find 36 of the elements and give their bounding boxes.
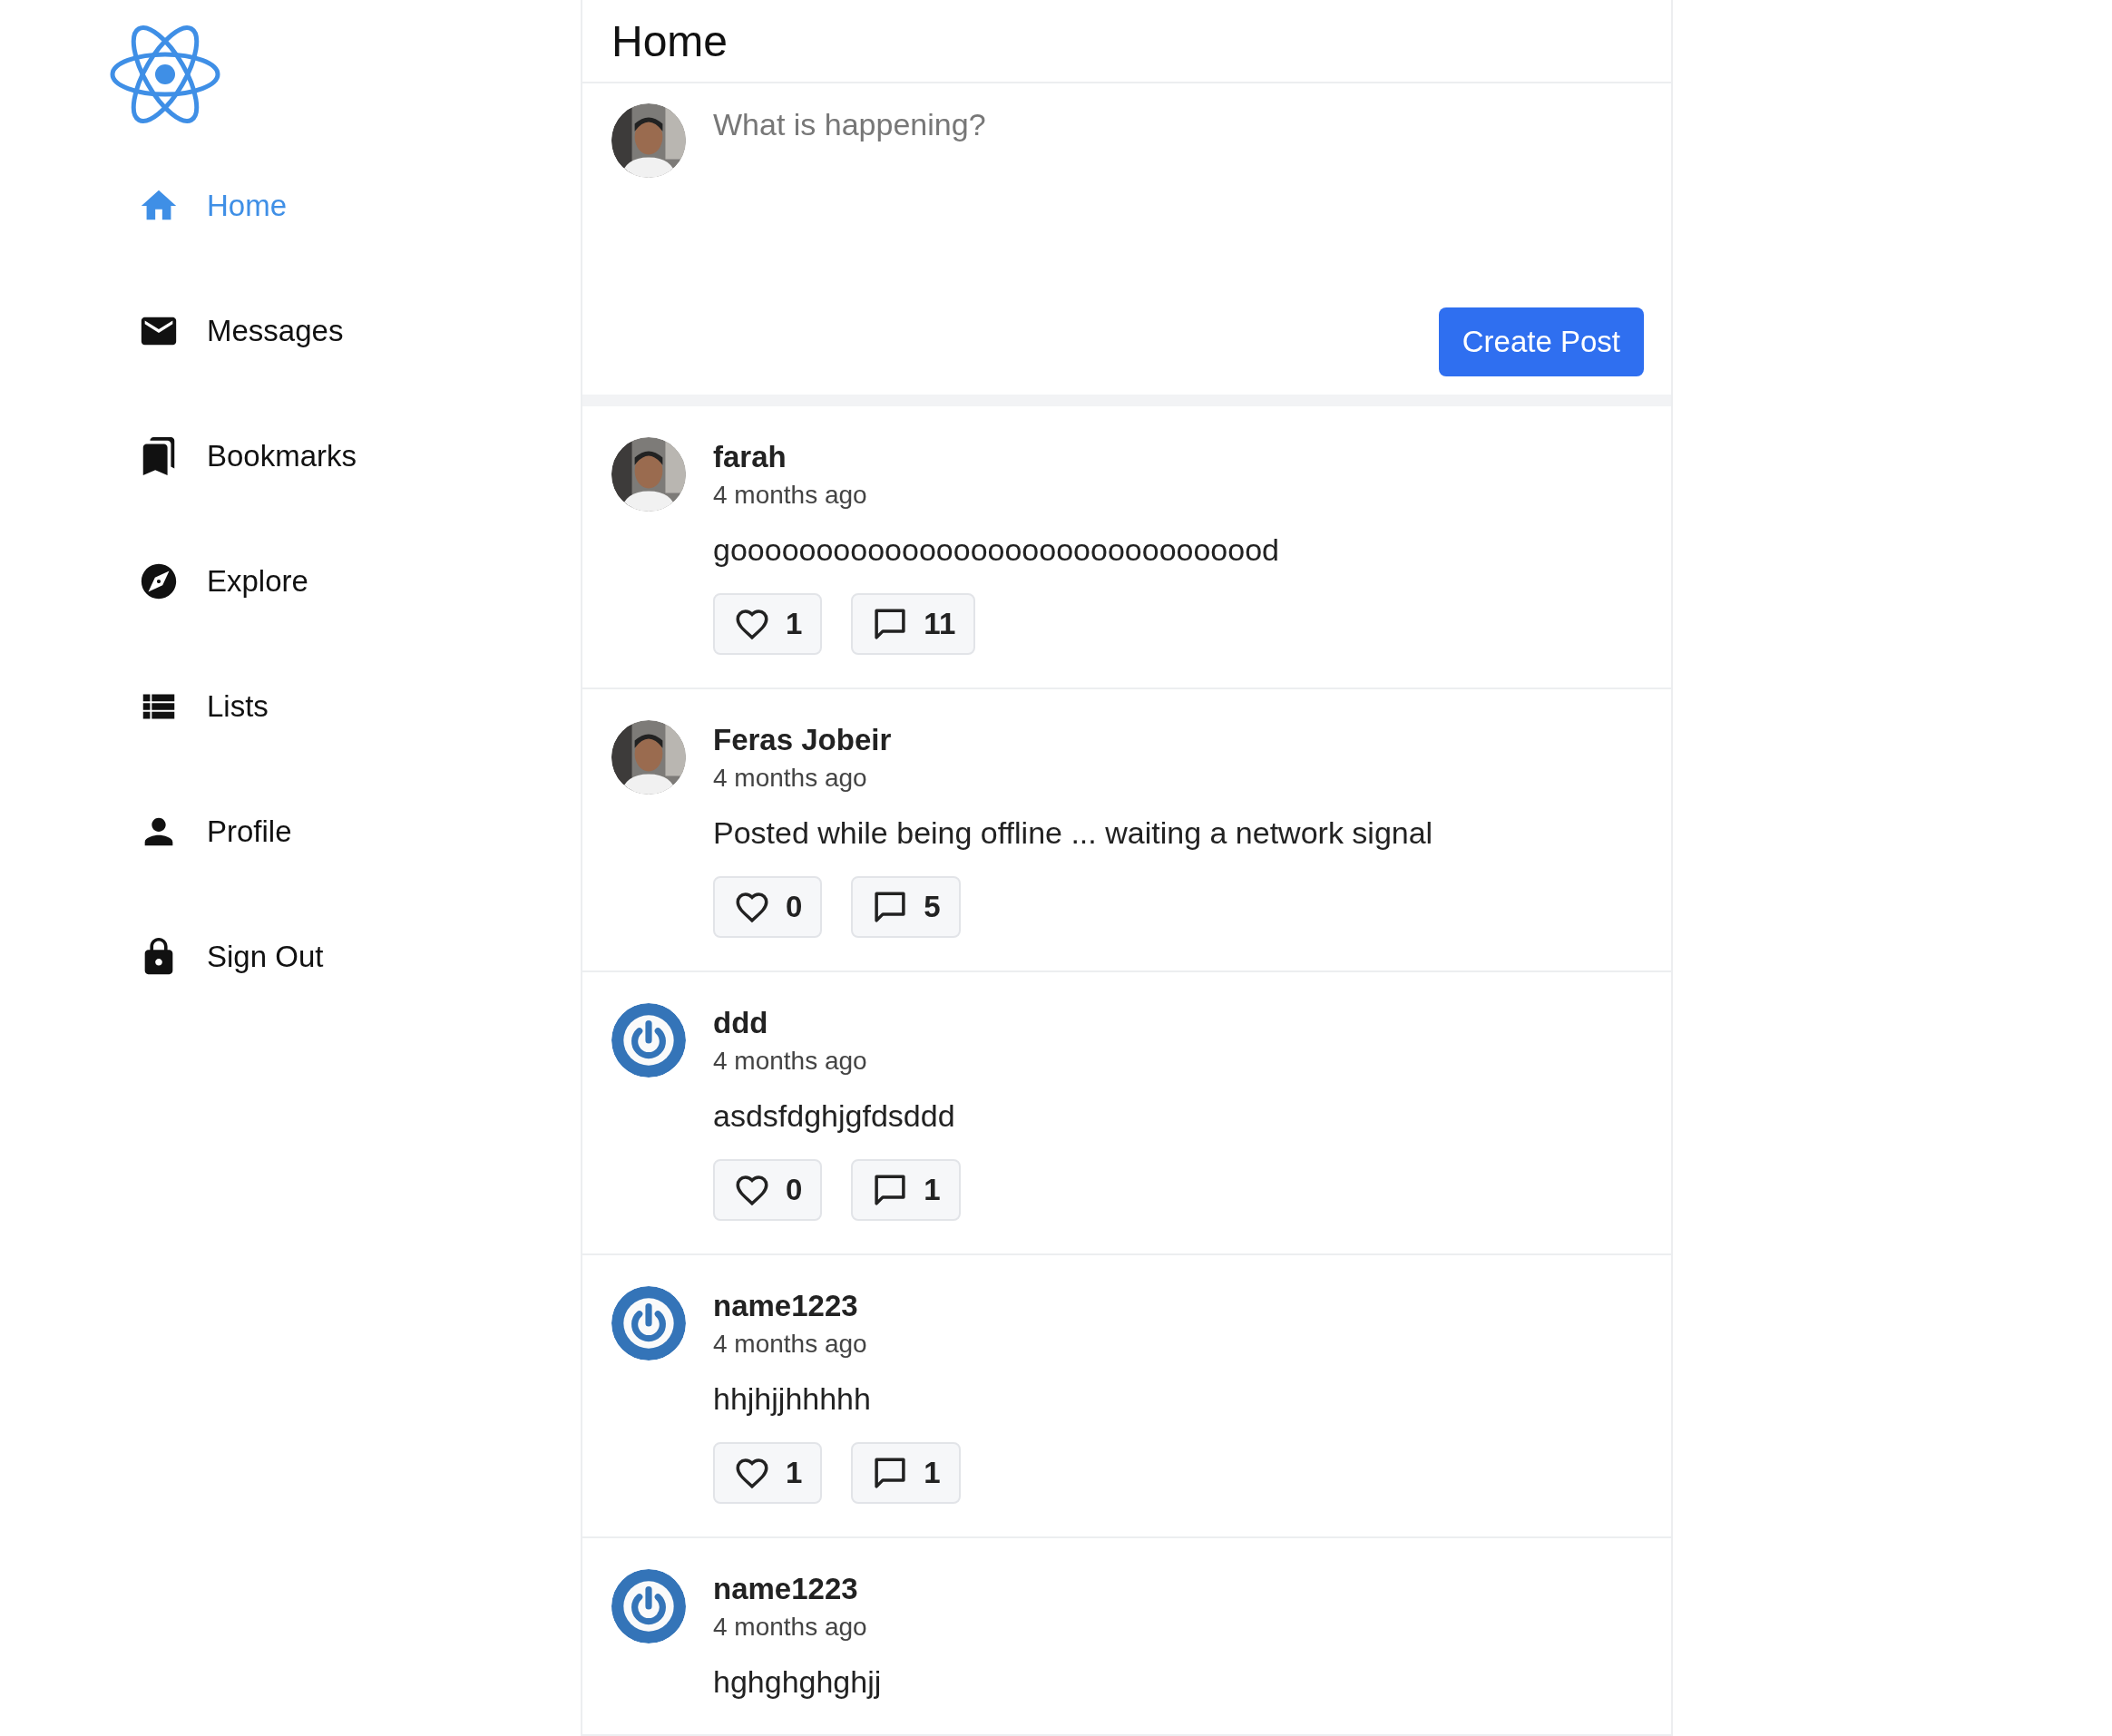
like-button[interactable]: 0	[713, 876, 823, 938]
author-name: ddd	[713, 1005, 769, 1041]
like-button[interactable]: 0	[713, 1159, 823, 1221]
post-text: asdsfdghjgfdsddd	[713, 1097, 956, 1135]
post-text: Posted while being offline ... waiting a network signal	[713, 814, 1433, 852]
nav-item[interactable]: Lists	[109, 644, 581, 769]
nav-item[interactable]: Bookmarks	[109, 394, 581, 519]
comment-button[interactable]: 5	[851, 876, 961, 938]
post-input-field[interactable]: What is happening?	[713, 107, 1644, 307]
post-time: 4 months ago	[713, 480, 868, 511]
create-post-button[interactable]: Create Post	[1438, 307, 1644, 376]
post-time: 4 months ago	[713, 1612, 868, 1643]
nav-item[interactable]: Explore	[109, 519, 581, 644]
author-name: farah	[713, 439, 787, 475]
post-time: 4 months ago	[713, 763, 868, 794]
nav-item[interactable]: Profile	[109, 769, 581, 894]
author-name: Feras Jobeir	[713, 722, 893, 758]
post-text: goooooooooooooooooooooooooooooood	[713, 532, 1279, 569]
page-title: Home	[611, 15, 728, 66]
comment-button[interactable]: 11	[851, 593, 976, 655]
like-button[interactable]: 1	[713, 593, 823, 655]
post-time: 4 months ago	[713, 1046, 868, 1077]
author-name: name1223	[713, 1288, 859, 1324]
power-icon	[611, 1286, 686, 1361]
post-text: hghghghghjj	[713, 1663, 882, 1701]
author-name: name1223	[713, 1571, 859, 1607]
like-button[interactable]: 1	[713, 1442, 823, 1504]
comment-button[interactable]: 1	[851, 1159, 961, 1221]
comment-button[interactable]: 1	[851, 1442, 961, 1504]
power-icon	[611, 1569, 686, 1643]
post-time: 4 months ago	[713, 1329, 868, 1360]
nav-item[interactable]: Sign Out	[109, 894, 581, 1019]
post-text: hhjhjjhhhhh	[713, 1380, 872, 1418]
atom-logo-icon[interactable]	[109, 24, 221, 125]
power-icon	[611, 1003, 686, 1078]
nav-item[interactable]: Messages	[109, 268, 581, 394]
